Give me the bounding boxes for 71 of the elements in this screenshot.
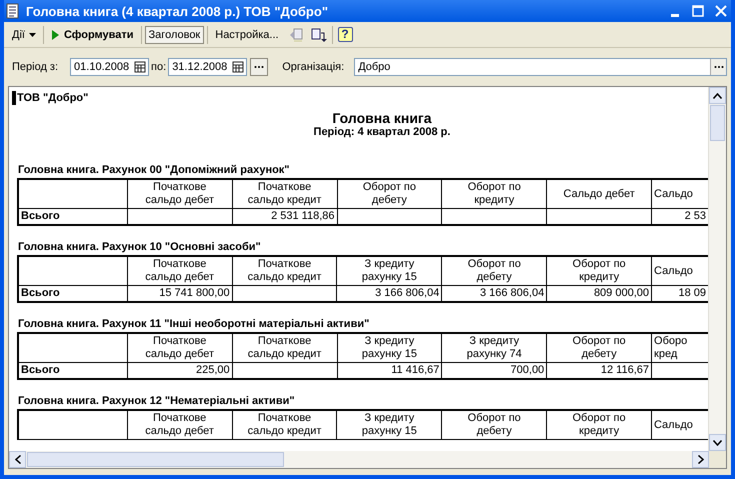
header-cell: З кредиту рахунку 15 <box>337 333 442 362</box>
table-cell: 3 166 806,04 <box>336 286 442 302</box>
horizontal-scrollbar[interactable] <box>9 451 726 468</box>
table-cell: 2 531 118,86 <box>232 208 338 225</box>
calendar-icon <box>232 61 244 73</box>
header-cell: Початкове сальдо кредит <box>232 333 338 362</box>
sheet-arrow-icon <box>310 26 327 42</box>
document-icon <box>5 3 21 19</box>
section-title: Головна книга. Рахунок 11 "Інші необоротні матеріальні активи" <box>18 318 370 331</box>
company-name: ТОВ "Добро" <box>17 92 88 104</box>
help-button[interactable]: ? <box>336 25 355 44</box>
table-cell: 809 000,00 <box>546 286 652 302</box>
table-cell: 12 116,67 <box>546 362 652 379</box>
period-to-field[interactable]: 31.12.2008 <box>168 58 248 76</box>
maximize-icon <box>692 5 704 17</box>
header-cell: Оборот по кредиту <box>546 256 652 286</box>
report-period: Період: 4 квартал 2008 р. <box>312 126 452 138</box>
sheet-arrow-icon <box>288 26 304 42</box>
table-cell: 11 416,67 <box>337 362 442 379</box>
vertical-scrollbar[interactable] <box>708 87 726 451</box>
scrollbar-thumb[interactable] <box>710 105 725 141</box>
settings-button[interactable]: Настройка... <box>211 26 283 44</box>
table-cell: Всього <box>18 286 128 302</box>
minimize-icon <box>670 14 678 16</box>
period-from-field[interactable]: 01.10.2008 <box>70 58 150 76</box>
caret-icon <box>28 32 36 36</box>
ellipsis-icon <box>714 65 724 69</box>
table-cell: 3 166 806,04 <box>442 286 547 302</box>
table-cell: 225,00 <box>127 362 232 379</box>
section-title: Головна книга. Рахунок 00 "Допоміжний рахунок" <box>18 164 291 177</box>
window-title: Головна книга (4 квартал 2008 р.) ТОВ "Добро" <box>26 4 329 18</box>
header-cell: Початкове сальдо дебет <box>127 256 232 286</box>
header-cell: Сальдо дебет <box>546 179 652 208</box>
table-cell: Всього <box>18 208 128 225</box>
close-icon <box>714 5 726 17</box>
section-title: Головна книга. Рахунок 12 "Нематеріальні активи" <box>18 395 296 408</box>
section-title: Головна книга. Рахунок 10 "Основні засоби" <box>18 241 262 254</box>
organization-label: Організація: <box>282 61 344 73</box>
header-cell: Оборот по кредиту <box>442 179 547 208</box>
header-cell: Початкове сальдо кредит <box>232 179 338 208</box>
header-cell: Початкове сальдо дебет <box>127 333 232 362</box>
header-cell: Оборот по кредиту <box>546 410 652 440</box>
generate-button[interactable]: Сформувати <box>46 26 138 44</box>
organization-field[interactable]: Добро <box>354 58 727 76</box>
calendar-icon <box>134 61 146 73</box>
header-cell: Оборот по дебету <box>546 333 652 362</box>
header-cell: Початкове сальдо дебет <box>127 410 232 440</box>
period-from-label: Період з: <box>12 61 58 73</box>
period-select-button[interactable] <box>250 58 268 76</box>
cell-cursor <box>12 91 16 105</box>
table-cell: 700,00 <box>442 362 547 379</box>
scrollbar-corner <box>709 451 726 468</box>
table-cell: Всього <box>18 362 128 379</box>
header-cell: Початкове сальдо дебет <box>127 179 232 208</box>
header-cell: Початкове сальдо кредит <box>232 410 337 440</box>
organization-select-button[interactable] <box>710 59 726 75</box>
header-cell: Оборот по дебету <box>442 410 547 440</box>
header-toggle[interactable]: Заголовок <box>144 26 204 44</box>
play-icon <box>50 28 60 40</box>
period-to-label: по: <box>151 61 166 73</box>
header-cell: З кредиту рахунку 15 <box>336 410 442 440</box>
table-cell: 15 741 800,00 <box>127 286 232 302</box>
header-cell: З кредиту рахунку 74 <box>442 333 547 362</box>
actions-menu[interactable]: Дії <box>8 26 40 44</box>
header-cell: Початкове сальдо кредит <box>232 256 337 286</box>
header-cell: Оборот по дебету <box>337 179 442 208</box>
header-cell: З кредиту рахунку 15 <box>336 256 442 286</box>
header-cell: Оборот по дебету <box>442 256 547 286</box>
report-title: Головна книга <box>331 110 433 126</box>
ellipsis-icon <box>254 65 264 69</box>
scrollbar-thumb[interactable] <box>27 452 284 467</box>
